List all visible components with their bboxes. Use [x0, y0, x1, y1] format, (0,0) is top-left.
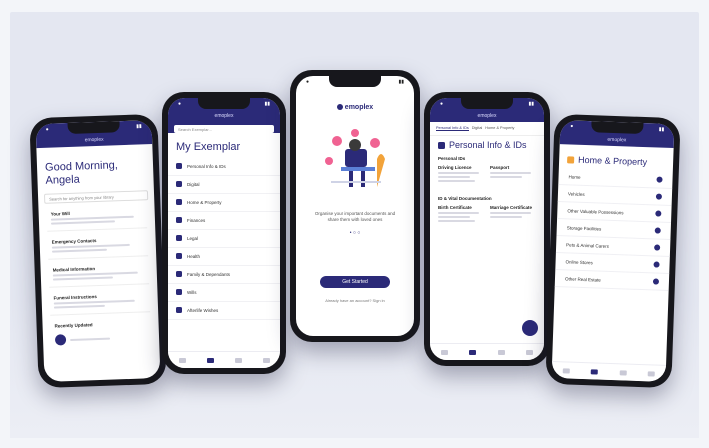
house-icon	[567, 156, 575, 164]
nav-library-icon[interactable]	[590, 368, 599, 375]
chevron-icon	[653, 261, 660, 268]
phone-dashboard: ● ▮▮ emoplex Good Morning, Angela Search …	[29, 113, 167, 389]
nav-share-icon[interactable]	[619, 369, 627, 376]
section-title: Recently Updated	[54, 322, 93, 329]
menu-item[interactable]: Home & Property	[168, 194, 280, 212]
folder-icon	[176, 163, 182, 170]
category-row[interactable]: Other Real Estate	[554, 270, 670, 292]
bottom-nav	[551, 360, 667, 382]
menu-item[interactable]: Finances	[168, 212, 280, 230]
chevron-icon	[652, 278, 660, 285]
nav-settings-icon[interactable]	[647, 370, 656, 377]
folder-icon	[176, 199, 182, 206]
document-card[interactable]: Driving Licence	[438, 165, 484, 184]
phone-welcome: ● ▮▮ emoplex Organise your important docu…	[290, 70, 420, 342]
logo-mark-icon	[336, 104, 343, 111]
phone-notch	[591, 121, 644, 134]
brand-label: emoplex	[84, 136, 104, 144]
nav-settings-icon[interactable]	[262, 357, 270, 363]
section-recent: Recently Updated	[50, 316, 151, 349]
document-card[interactable]: Marriage Certificate	[490, 205, 536, 224]
dashboard-card[interactable]: Your Will	[46, 204, 148, 233]
chevron-icon	[655, 210, 662, 218]
nav-share-icon[interactable]	[234, 357, 242, 363]
document-card[interactable]: Passport	[490, 165, 536, 184]
chevron-icon	[654, 227, 661, 234]
tab-bar: Personal Info & IDs Digital Home & Prope…	[430, 122, 544, 136]
screen-home-property: ● ▮▮ emoplex Home & Property Home Vehicle…	[551, 120, 675, 382]
chevron-icon	[655, 193, 663, 201]
search-input[interactable]: Search for anything from your library	[43, 190, 149, 205]
signin-link[interactable]: Already have an account? Sign in	[296, 298, 414, 303]
page-title: My Exemplar	[176, 141, 241, 153]
brand-label: emoplex	[477, 113, 497, 119]
brand-label: emoplex	[214, 113, 234, 119]
menu-item[interactable]: Family & Dependants	[168, 266, 280, 284]
phone-notch	[461, 98, 513, 109]
add-document-button[interactable]	[522, 320, 538, 336]
chevron-icon	[656, 176, 663, 184]
screen-dashboard: ● ▮▮ emoplex Good Morning, Angela Search …	[35, 120, 161, 382]
phone-home-property: ● ▮▮ emoplex Home & Property Home Vehicle…	[545, 113, 681, 389]
document-card[interactable]: Birth Certificate	[438, 205, 484, 224]
phone-notch	[329, 76, 381, 87]
phone-personal-info: ● ▮▮ emoplex Personal Info & IDs Digital …	[424, 92, 550, 366]
nav-home-icon[interactable]	[562, 367, 570, 374]
screen-welcome: ● ▮▮ emoplex Organise your important docu…	[296, 76, 414, 336]
section-personal-ids: Personal IDs	[438, 156, 466, 162]
welcome-illustration	[325, 129, 385, 187]
menu-item[interactable]: Digital	[168, 176, 280, 194]
brand-label: emoplex	[607, 136, 627, 144]
id-card-icon	[438, 141, 445, 149]
screen-personal-info: ● ▮▮ emoplex Personal Info & IDs Digital …	[430, 98, 544, 360]
nav-home-icon[interactable]	[440, 349, 448, 355]
get-started-button[interactable]: Get Started	[320, 276, 390, 288]
app-logo: emoplex	[296, 104, 414, 111]
folder-icon	[176, 181, 182, 188]
dashboard-card[interactable]: Medical Information	[48, 260, 150, 289]
card-title: Emergency Contacts	[51, 238, 97, 245]
page-title: Personal Info & IDs	[430, 136, 544, 154]
tab-home-property[interactable]: Home & Property	[485, 126, 514, 131]
folder-icon	[176, 253, 182, 260]
welcome-tagline: Organise your important documents and sh…	[314, 211, 396, 223]
bottom-nav	[430, 343, 544, 360]
phone-notch	[67, 121, 120, 134]
page-dots: • ○ ○	[349, 229, 361, 236]
folder-icon	[176, 235, 182, 242]
greeting-title: Good Morning, Angela	[44, 159, 118, 187]
menu-item[interactable]: Wills	[168, 284, 280, 302]
folder-icon	[176, 271, 182, 278]
tab-digital[interactable]: Digital	[472, 126, 483, 131]
menu-item[interactable]: Legal	[168, 230, 280, 248]
showcase-stage: ● ▮▮ emoplex Good Morning, Angela Search …	[0, 0, 709, 448]
phone-notch	[198, 98, 250, 109]
dashboard-card[interactable]: Emergency Contacts	[47, 232, 149, 261]
folder-icon	[176, 307, 182, 314]
tab-personal-info[interactable]: Personal Info & IDs	[436, 126, 469, 131]
nav-share-icon[interactable]	[497, 349, 505, 355]
nav-library-icon[interactable]	[469, 349, 477, 355]
menu-item[interactable]: Afterlife Wishes	[168, 302, 280, 320]
nav-home-icon[interactable]	[178, 357, 186, 363]
folder-icon	[176, 289, 182, 296]
menu-item[interactable]: Personal Info & IDs	[168, 158, 280, 176]
chevron-icon	[654, 244, 661, 251]
screen-menu: ● ▮▮ emoplex Search Exemplar... My Exempl…	[168, 98, 280, 368]
section-vital-docs: ID & Vital Documentation	[438, 196, 492, 202]
dashboard-card[interactable]: Funeral Instructions	[49, 288, 151, 316]
search-input[interactable]: Search Exemplar...	[174, 125, 274, 133]
bottom-nav	[168, 351, 280, 368]
phone-menu: ● ▮▮ emoplex Search Exemplar... My Exempl…	[162, 92, 286, 374]
avatar	[54, 334, 67, 346]
menu-item[interactable]: Health	[168, 248, 280, 266]
nav-library-icon[interactable]	[206, 357, 214, 363]
folder-icon	[176, 217, 182, 224]
nav-settings-icon[interactable]	[526, 349, 534, 355]
